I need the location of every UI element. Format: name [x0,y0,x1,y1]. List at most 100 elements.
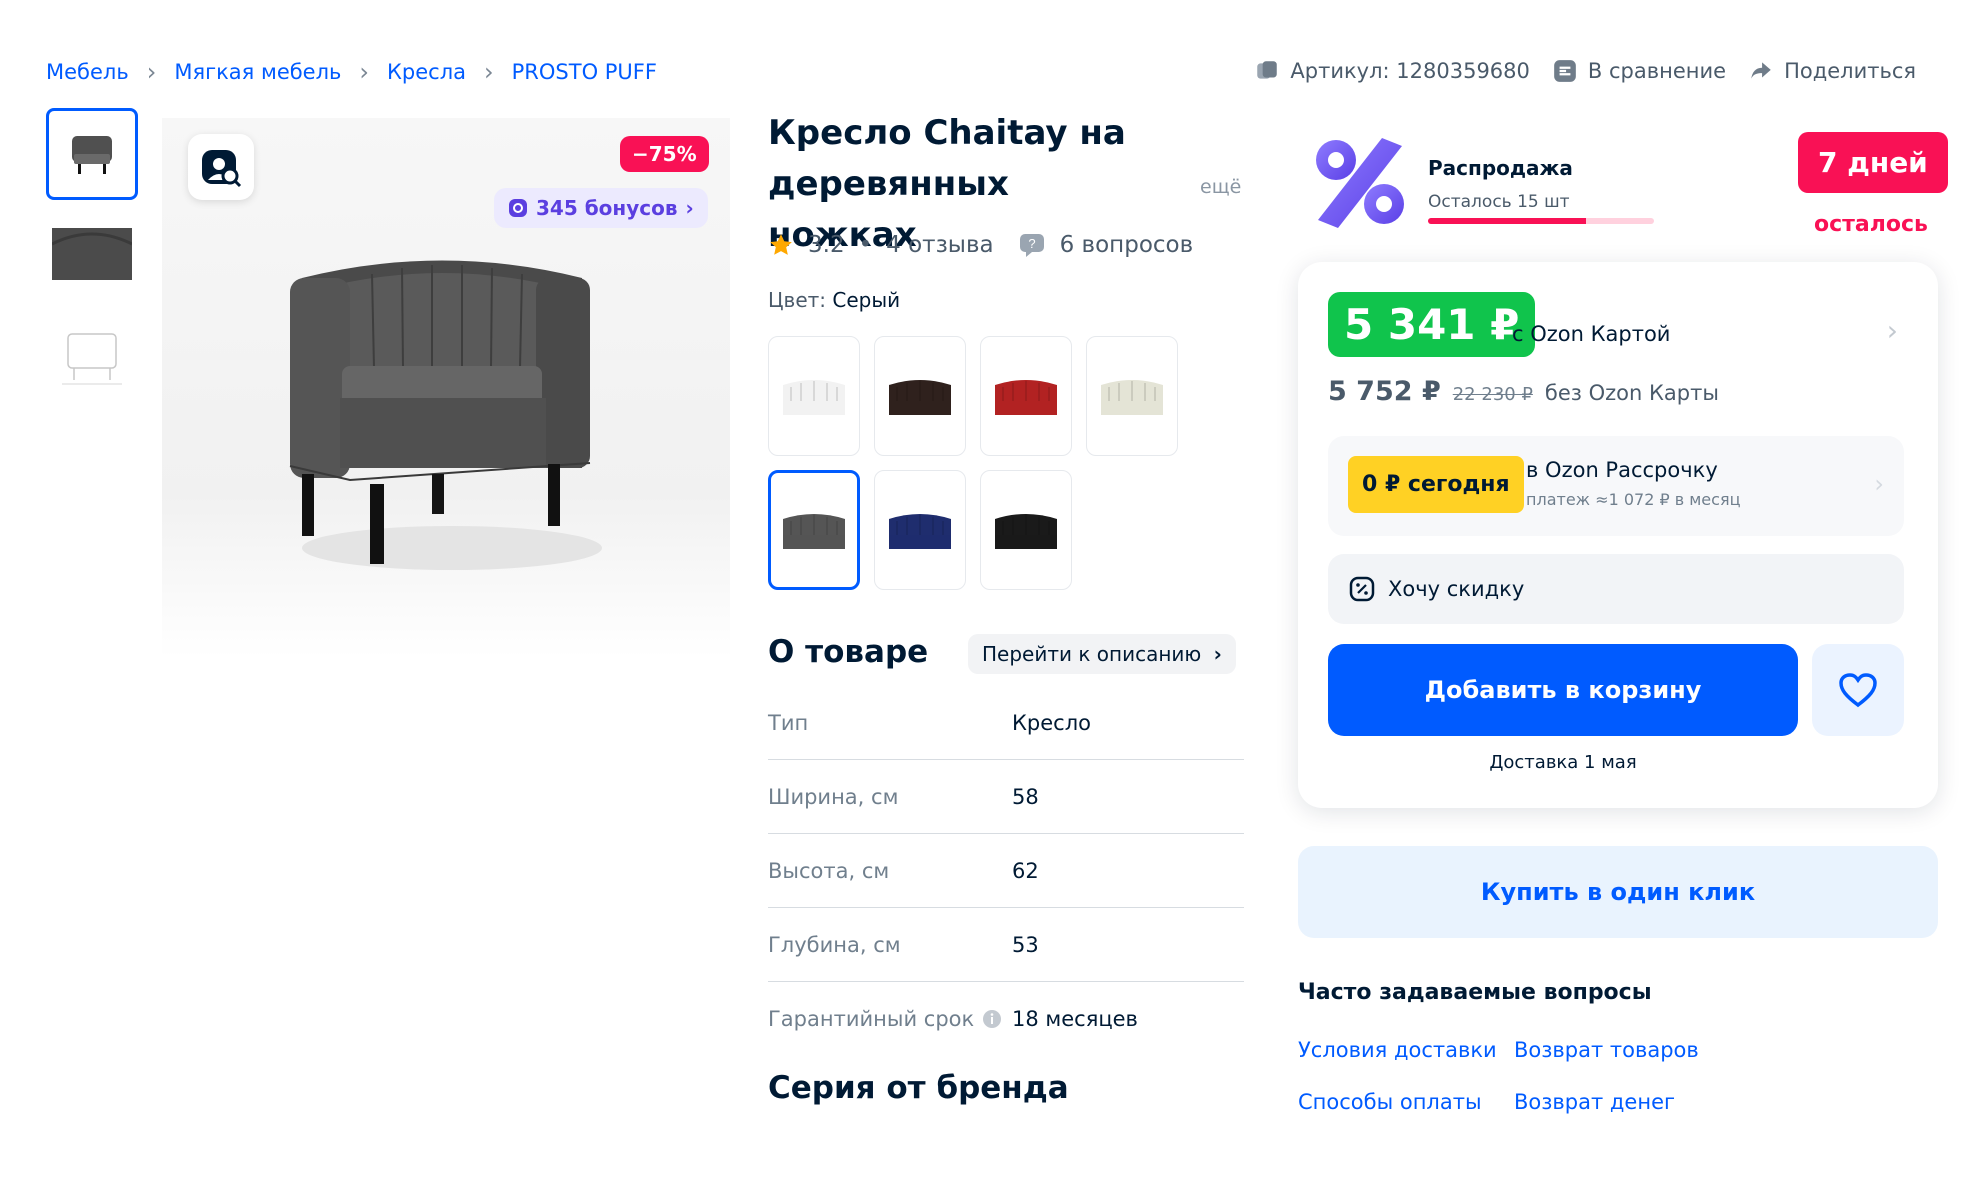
chair-swatch-image [889,380,951,415]
chevron-right-icon[interactable]: › [1887,314,1898,347]
installment-title: в Ozon Рассрочку [1526,458,1718,482]
reviews-link[interactable]: 4 отзыва [886,232,993,258]
sku-label: Артикул: 1280359680 [1290,59,1530,83]
color-swatch[interactable] [980,470,1072,590]
thumbnail-drawing[interactable] [46,308,138,400]
photo-search-button[interactable] [188,134,254,200]
price-without-card: 5 752 ₽ 22 230 ₽ без Ozon Карты [1328,376,1719,407]
faq-link-returns[interactable]: Возврат товаров [1514,1038,1734,1062]
chevron-right-icon: › [146,58,157,86]
spec-row: Гарантийный срок 18 месяцев [768,982,1244,1056]
share-icon [1751,62,1771,79]
spec-key: Высота, см [768,858,890,883]
spec-row: Ширина, см 58 [768,760,1244,834]
chair-swatch-image [995,514,1057,549]
faq-links: Условия доставки Возврат товаров Способы… [1298,1038,1734,1114]
color-swatch[interactable] [768,470,860,590]
breadcrumb-item[interactable]: Кресла [387,60,466,84]
favorite-button[interactable] [1812,644,1904,736]
chair-swatch-image [995,380,1057,415]
breadcrumb-item[interactable]: Мягкая мебель [174,60,341,84]
color-label-title: Цвет: [768,288,827,312]
bonus-coin-icon [509,199,527,217]
bonus-badge[interactable]: 345 бонусов › [494,188,708,228]
about-title: О товаре [768,634,929,670]
series-title: Серия от бренда [768,1070,1069,1106]
go-to-description-label: Перейти к описанию [982,642,1202,666]
spec-key: Ширина, см [768,784,899,809]
chevron-right-icon: › [484,58,494,86]
price-without-card-label: без Ozon Карты [1544,381,1719,405]
days-left-label: осталось [1814,212,1928,237]
spec-value: 62 [1012,858,1039,883]
color-swatch[interactable] [768,336,860,456]
color-swatch[interactable] [874,336,966,456]
questions-link[interactable]: 6 вопросов [1060,232,1194,258]
sku-copy[interactable]: Артикул: 1280359680 [1254,58,1530,84]
installment-offer[interactable]: 0 ₽ сегодня в Ozon Рассрочку платеж ≈1 0… [1328,436,1904,536]
thumbnail-front[interactable] [46,108,138,200]
want-discount-button[interactable]: Хочу скидку [1328,554,1904,624]
ozon-card-price[interactable]: 5 341 ₽ [1328,292,1536,357]
ozon-card-label[interactable]: с Ozon Картой [1512,322,1670,346]
sale-stock-bar-fill [1428,218,1587,224]
color-swatch[interactable] [1086,336,1178,456]
color-swatch[interactable] [980,336,1072,456]
title-more-link[interactable]: ещё [1200,176,1241,198]
info-icon[interactable] [982,1009,1002,1029]
spec-value: 58 [1012,784,1039,809]
thumbnail-list [46,108,138,408]
breadcrumb-item[interactable]: PROSTO PUFF [512,60,657,84]
sale-promo: Распродажа Осталось 15 шт 7 дней осталос… [1306,132,1948,242]
spec-key: Глубина, см [768,932,901,957]
breadcrumb: Мебель › Мягкая мебель › Кресла › PROSTO… [46,60,657,84]
buy-one-click-button[interactable]: Купить в один клик [1298,846,1938,938]
discount-tag-icon [1349,576,1375,602]
spec-row: Высота, см 62 [768,834,1244,908]
bonus-label: 345 бонусов [536,196,678,220]
chair-drawing-thumbnail-image [62,333,122,385]
spec-row: Глубина, см 53 [768,908,1244,982]
old-price: 22 230 ₽ [1452,384,1533,405]
chevron-right-icon: › [685,196,694,220]
share-button[interactable]: Поделиться [1748,58,1916,84]
thumbnail-top[interactable] [46,208,138,300]
color-label: Цвет: Серый [768,288,900,312]
faq-link-payment-methods[interactable]: Способы оплаты [1298,1090,1514,1114]
compare-icon [1554,60,1576,82]
share-label: Поделиться [1784,59,1916,83]
color-label-value: Серый [832,288,901,312]
days-left-badge: 7 дней [1798,132,1948,193]
sale-stock-bar [1428,218,1654,224]
svg-text:?: ? [1028,236,1035,251]
price-without-card-value: 5 752 ₽ [1328,376,1441,407]
compare-label: В сравнение [1587,59,1727,83]
rating-row: 3.2 • 4 отзыва ? 6 вопросов [768,232,1193,258]
chair-swatch-image [889,514,951,549]
chevron-right-icon: › [1213,642,1222,666]
color-swatches [768,336,1188,590]
compare-button[interactable]: В сравнение [1552,58,1726,84]
spec-value: Кресло [1012,710,1091,735]
spec-value: 53 [1012,932,1039,957]
chair-top-thumbnail-image [52,228,132,280]
product-actions: Артикул: 1280359680 В сравнение Поделить… [1254,58,1916,84]
sale-title: Распродажа [1428,156,1573,180]
chevron-right-icon: › [359,58,370,86]
add-to-cart-button[interactable]: Добавить в корзину [1328,644,1798,736]
photo-search-icon [202,150,242,188]
chair-thumbnail-image [72,136,112,174]
spec-key: Тип [768,710,809,735]
rating-separator: • [858,232,873,258]
delivery-date: Доставка 1 мая [1489,752,1637,773]
armchair-image [289,260,602,570]
color-swatch[interactable] [874,470,966,590]
sale-stock-left: Осталось 15 шт [1428,192,1570,212]
copy-icon [1257,61,1278,79]
faq-link-refund[interactable]: Возврат денег [1514,1090,1734,1114]
question-bubble-icon: ? [1019,234,1044,257]
breadcrumb-item[interactable]: Мебель [46,60,129,84]
faq-link-delivery-terms[interactable]: Условия доставки [1298,1038,1514,1062]
discount-badge: −75% [620,136,709,172]
go-to-description-button[interactable]: Перейти к описанию › [968,634,1236,674]
